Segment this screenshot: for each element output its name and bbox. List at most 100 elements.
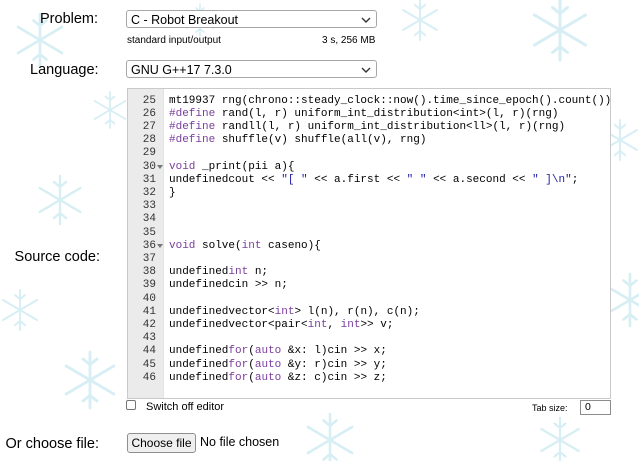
- code-token: &y: r)cin >> y;: [281, 358, 387, 371]
- line-number: 31: [142, 173, 156, 186]
- line-number: 43: [142, 332, 156, 345]
- code-token: undefinedcout <<: [169, 173, 282, 186]
- problem-label: Problem:: [40, 11, 99, 27]
- code-token: int: [228, 266, 249, 279]
- fold-arrow-icon[interactable]: [157, 164, 163, 169]
- chevron-down-icon: [361, 17, 371, 23]
- line-number: 46: [142, 371, 156, 384]
- code-token: undefinedvector<: [169, 305, 275, 318]
- line-number: 39: [142, 279, 156, 292]
- code-token: undefined: [169, 371, 229, 384]
- line-number: 29: [142, 147, 156, 160]
- code-line: 44 undefinedfor(auto &x: l)cin >> x;: [128, 345, 610, 358]
- code-token: undefined: [169, 358, 229, 371]
- code-token: #define: [169, 134, 216, 147]
- choose-file-button[interactable]: Choose file: [127, 433, 196, 453]
- code-token: caseno){: [261, 239, 321, 252]
- language-select[interactable]: GNU G++17 7.3.0: [126, 60, 377, 78]
- code-text: mt19937 rng(chrono::steady_clock::now().…: [169, 94, 611, 108]
- code-token: for: [228, 371, 249, 384]
- code-editor[interactable]: 25 mt19937 rng(chrono::steady_clock::now(…: [127, 88, 611, 399]
- code-token: > l(n), r(n), c(n);: [294, 305, 420, 318]
- language-label: Language:: [30, 62, 99, 78]
- code-token: (: [248, 358, 255, 371]
- code-token: int: [340, 318, 361, 331]
- code-token: randll(l, r) uniform_int_distribution<ll…: [215, 120, 566, 133]
- code-token: undefinedvector<pair<: [169, 318, 308, 331]
- line-number: 41: [142, 305, 156, 318]
- limits-text: 3 s, 256 MB: [322, 35, 376, 46]
- code-line: 42 undefinedvector<pair<int, int>> v;: [128, 319, 610, 332]
- code-token: int: [274, 305, 295, 318]
- code-text: void solve(int caseno){: [169, 240, 321, 253]
- code-line: 36 void solve(int caseno){: [128, 240, 610, 253]
- code-line: 30 void _print(pii a){: [128, 161, 610, 174]
- line-number: 44: [142, 345, 156, 358]
- code-token: (: [248, 371, 255, 384]
- code-token: void: [169, 160, 196, 173]
- code-token: (: [248, 345, 255, 358]
- code-token: void: [169, 239, 196, 252]
- line-number: 33: [142, 200, 156, 213]
- code-token: int: [307, 318, 328, 331]
- code-text: undefinedcout << "[ " << a.first << " " …: [169, 174, 578, 187]
- code-token: auto: [254, 345, 282, 358]
- code-line: 46 undefinedfor(auto &z: c)cin >> z;: [128, 372, 610, 385]
- code-token: #define: [169, 107, 216, 120]
- code-line: 35: [128, 227, 610, 240]
- line-number: 34: [142, 213, 156, 226]
- code-token: rand(l, r) uniform_int_distribution<int>…: [215, 107, 559, 120]
- problem-select-value: C - Robot Breakout: [131, 13, 238, 27]
- tab-size-label: Tab size:: [532, 403, 568, 413]
- problem-select[interactable]: C - Robot Breakout: [126, 10, 377, 28]
- code-token: mt19937 rng(chrono::steady_clock::now().…: [169, 94, 611, 107]
- code-text: undefinedvector<int> l(n), r(n), c(n);: [169, 306, 420, 319]
- code-line: 26 #define rand(l, r) uniform_int_distrib…: [128, 108, 610, 121]
- code-line: 43: [128, 332, 610, 345]
- code-text: #define rand(l, r) uniform_int_distribut…: [169, 108, 558, 121]
- code-text: }: [169, 187, 176, 200]
- code-text: #define randll(l, r) uniform_int_distrib…: [169, 121, 565, 134]
- code-text: undefinedint n;: [169, 266, 268, 279]
- line-number: 27: [142, 120, 156, 133]
- code-line: 28 #define shuffle(v) shuffle(all(v), rng…: [128, 134, 610, 147]
- code-token: n;: [248, 266, 269, 279]
- code-token: int: [241, 239, 262, 252]
- code-line: 31 undefinedcout << "[ " << a.first << " …: [128, 174, 610, 187]
- code-token: "[ ": [281, 173, 308, 186]
- no-file-text: No file chosen: [200, 435, 280, 449]
- code-line: 33: [128, 200, 610, 213]
- line-number: 30: [142, 160, 156, 173]
- tab-size-input[interactable]: 0: [580, 400, 611, 415]
- code-token: undefinedcin >> n;: [169, 279, 288, 292]
- code-line: 38 undefinedint n;: [128, 266, 610, 279]
- code-line: 40: [128, 293, 610, 306]
- code-text: undefinedvector<pair<int, int>> v;: [169, 319, 393, 332]
- line-number: 42: [142, 318, 156, 331]
- language-select-value: GNU G++17 7.3.0: [131, 63, 232, 77]
- choose-file-label: Or choose file:: [5, 436, 100, 452]
- line-number: 36: [142, 239, 156, 252]
- code-token: &x: l)cin >> x;: [281, 345, 387, 358]
- code-token: auto: [254, 371, 282, 384]
- code-token: &z: c)cin >> z;: [281, 371, 387, 384]
- code-line: 37: [128, 253, 610, 266]
- code-token: << a.second <<: [426, 173, 533, 186]
- fold-arrow-icon[interactable]: [157, 243, 163, 248]
- code-line: 34: [128, 213, 610, 226]
- code-text: #define shuffle(v) shuffle(all(v), rng): [169, 134, 426, 147]
- io-text: standard input/output: [127, 35, 221, 46]
- code-line: 39 undefinedcin >> n;: [128, 279, 610, 292]
- code-line: 32}: [128, 187, 610, 200]
- switch-off-editor-checkbox[interactable]: [126, 400, 136, 410]
- code-text: undefinedfor(auto &z: c)cin >> z;: [169, 372, 387, 385]
- line-number: 37: [142, 252, 156, 265]
- code-token: solve(: [195, 239, 242, 252]
- line-number: 25: [142, 94, 156, 107]
- code-line: 41 undefinedvector<int> l(n), r(n), c(n);: [128, 306, 610, 319]
- code-token: >> v;: [360, 318, 394, 331]
- line-number: 40: [142, 292, 156, 305]
- line-number: 38: [142, 266, 156, 279]
- code-text: undefinedfor(auto &y: r)cin >> y;: [169, 359, 387, 372]
- code-line: 45 undefinedfor(auto &y: r)cin >> y;: [128, 359, 610, 372]
